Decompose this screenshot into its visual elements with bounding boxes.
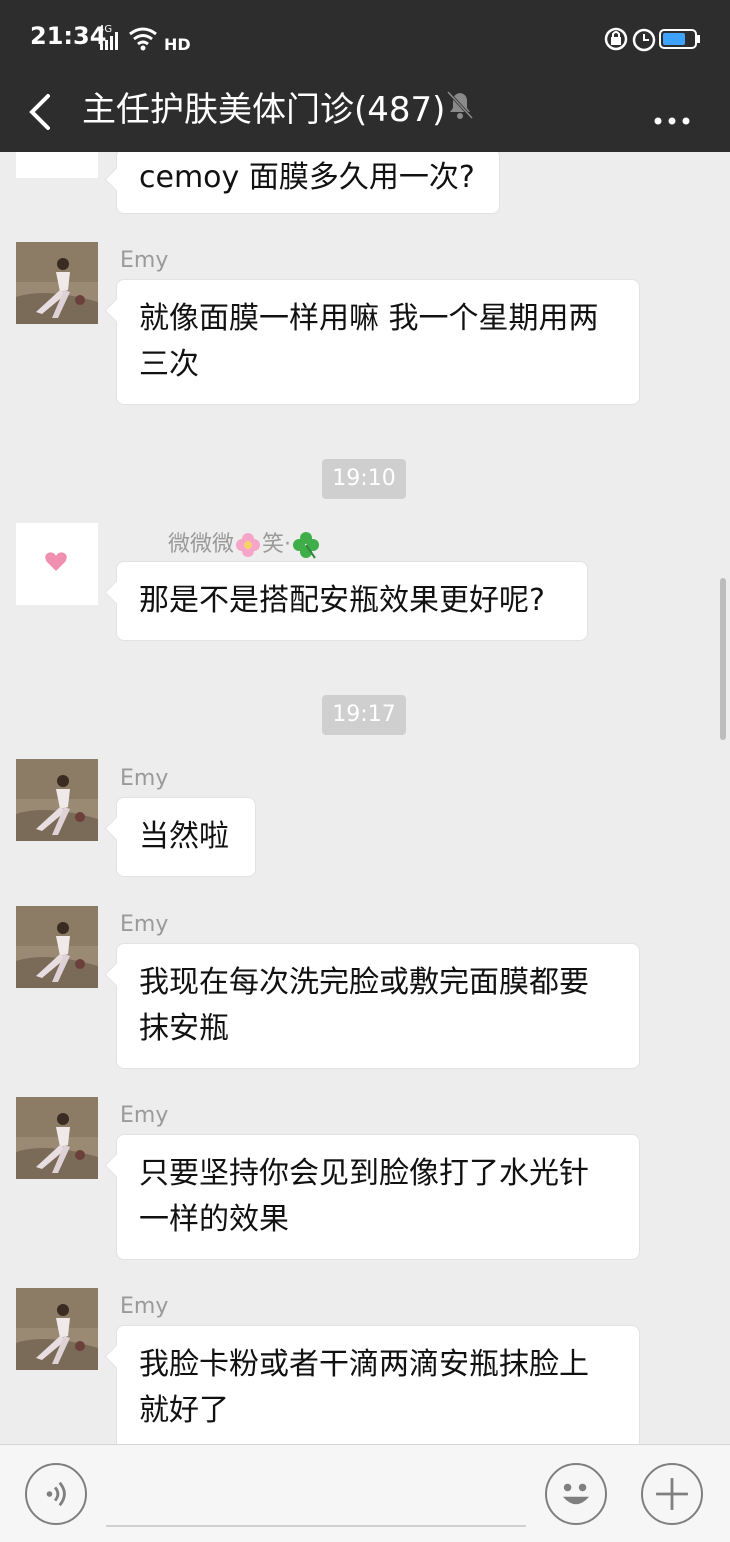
emoji-icon[interactable]	[545, 1463, 607, 1525]
message-input[interactable]	[106, 1461, 526, 1527]
status-bar: 21:34 4G HD	[0, 0, 730, 72]
sender-name: Emy	[120, 248, 169, 273]
timestamp: 19:10	[322, 459, 406, 499]
message-text: cemoy 面膜多久用一次?	[139, 160, 475, 195]
avatar[interactable]	[16, 242, 98, 324]
avatar[interactable]	[16, 906, 98, 988]
message-bubble[interactable]: 就像面膜一样用嘛 我一个星期用两三次	[116, 279, 640, 405]
avatar[interactable]	[16, 152, 98, 178]
message-bubble[interactable]: 只要坚持你会见到脸像打了水光针一样的效果	[116, 1134, 640, 1260]
avatar[interactable]	[16, 1288, 98, 1370]
scrollbar[interactable]	[720, 578, 726, 740]
sender-name: Emy	[120, 1103, 169, 1128]
rotation-lock-icon	[604, 27, 628, 51]
chat-title: 主任护肤美体门诊(487)	[82, 90, 446, 130]
sender-name-row: 微微微 笑·	[168, 526, 338, 559]
sender-name: Emy	[120, 766, 169, 791]
message-text: 我脸卡粉或者干滴两滴安瓶抹脸上就好了	[139, 1347, 589, 1428]
hd-label: HD	[164, 35, 191, 54]
timestamp: 19:17	[322, 695, 406, 735]
message-text: 当然啦	[139, 819, 229, 854]
message-bubble[interactable]: cemoy 面膜多久用一次?	[116, 152, 500, 214]
avatar[interactable]	[16, 1097, 98, 1179]
plus-icon[interactable]	[641, 1463, 703, 1525]
dot-separator: ·	[284, 532, 292, 557]
chat-messages[interactable]: cemoy 面膜多久用一次? Emy 就像面膜一样用嘛 我一个星期用两三次 19…	[0, 152, 730, 1444]
alarm-icon	[632, 28, 656, 52]
message-text: 我现在每次洗完脸或敷完面膜都要抹安瓶	[139, 965, 589, 1046]
status-time: 21:34	[30, 22, 107, 50]
more-icon[interactable]	[648, 90, 696, 130]
flower-icon	[236, 533, 261, 557]
clover-icon	[293, 532, 320, 559]
sender-name-suffix: 笑	[262, 532, 285, 557]
message-text: 就像面膜一样用嘛 我一个星期用两三次	[139, 301, 599, 382]
bell-mute-icon	[446, 90, 474, 120]
message-bubble[interactable]: 我脸卡粉或者干滴两滴安瓶抹脸上就好了	[116, 1325, 640, 1444]
avatar[interactable]	[16, 523, 98, 605]
sender-name: Emy	[120, 1294, 169, 1319]
voice-icon[interactable]	[25, 1463, 87, 1525]
message-bubble[interactable]: 那是不是搭配安瓶效果更好呢?	[116, 561, 588, 641]
avatar[interactable]	[16, 759, 98, 841]
battery-icon	[659, 29, 700, 49]
message-bubble[interactable]: 我现在每次洗完脸或敷完面膜都要抹安瓶	[116, 943, 640, 1069]
message-bubble[interactable]: 当然啦	[116, 797, 256, 877]
input-bar	[0, 1444, 730, 1542]
message-text: 只要坚持你会见到脸像打了水光针一样的效果	[139, 1156, 589, 1237]
sender-name: 微微微	[168, 532, 235, 557]
message-text: 那是不是搭配安瓶效果更好呢?	[139, 583, 545, 618]
back-arrow-icon[interactable]	[22, 86, 62, 138]
status-right-icons	[604, 27, 700, 52]
sender-name: Emy	[120, 912, 169, 937]
signal-wifi-icon: 4G HD	[98, 24, 191, 54]
network-label: 4G	[98, 24, 112, 35]
chat-header: 主任护肤美体门诊(487)	[0, 72, 730, 152]
